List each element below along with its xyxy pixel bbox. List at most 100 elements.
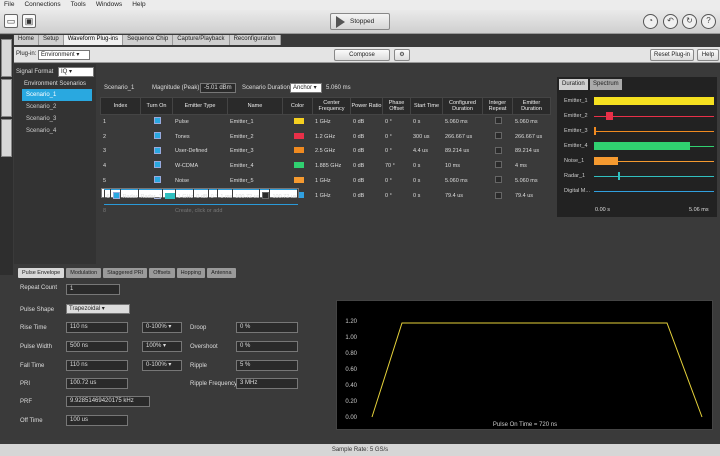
overshoot-field[interactable]: 0 % [236,341,298,352]
table-cell[interactable]: 4 ms [512,158,551,174]
integer-repeat-checkbox[interactable] [495,132,502,140]
turn-on-checkbox[interactable] [154,146,161,154]
table-row[interactable]: 4 W-CDMA Emitter_4 1.885 GHz 0 dB 70 ° 0 s 10 m… [100,158,551,174]
table-cell[interactable]: Emitter_3 [227,143,283,160]
column-header[interactable]: Index [100,97,141,115]
menu-item-help[interactable]: Help [132,1,145,9]
scenario-item[interactable]: Scenario_3 [22,113,92,125]
table-cell[interactable]: 100.72 us [269,189,298,206]
table-cell[interactable]: 1 GHz [312,172,351,189]
scenario-item[interactable]: Scenario_1 [22,89,92,101]
table-cell[interactable] [382,203,411,219]
column-header[interactable]: Name [227,97,283,115]
repeat-count-field[interactable]: 1 [66,284,120,295]
prf-field[interactable]: 9.92851469420175 kHz [66,396,150,407]
table-cell[interactable]: 1 ms [217,189,234,206]
table-cell[interactable]: 5.060 ms [512,172,551,189]
table-cell[interactable] [482,114,513,130]
table-cell[interactable]: Emitter_1 [227,114,283,130]
table-cell[interactable]: 0 ° [382,143,411,160]
table-cell[interactable] [227,203,283,219]
table-cell[interactable]: Emitter_5 [227,172,283,189]
open-folder-icon[interactable]: ▭ [4,14,18,28]
color-swatch[interactable] [293,132,304,139]
table-cell[interactable]: User-Defined [172,143,228,160]
turn-on-checkbox[interactable] [154,117,161,125]
table-cell[interactable]: 300 us [410,128,443,145]
table-cell[interactable] [140,114,173,130]
table-cell[interactable]: 8 [100,203,141,219]
compose-settings-icon[interactable]: ⚙ [394,49,410,61]
table-cell[interactable]: 0 dB [193,189,209,206]
table-cell[interactable] [140,128,173,145]
column-header[interactable]: Phase Offset [382,97,411,115]
table-cell[interactable]: 0 ° [382,128,411,145]
table-cell[interactable]: 2.5 GHz [312,143,351,160]
table-cell[interactable] [140,158,173,174]
table-row[interactable]: 5 Noise Emitter_5 1 GHz 0 dB 0 ° 0 s 5.060 ms 5.… [100,172,551,189]
save-icon[interactable]: ▣ [22,14,36,28]
column-header[interactable]: Emitter Type [172,97,228,115]
table-cell[interactable]: 0 dB [350,114,383,130]
table-cell[interactable] [482,143,513,160]
pulse-tab-2[interactable]: Staggered PRI [103,268,148,278]
table-cell[interactable]: 1 GHz [312,188,351,205]
table-cell[interactable] [482,188,513,205]
reset-plugin-button[interactable]: Reset Plug-in [650,49,694,61]
table-cell[interactable]: 0 dB [350,158,383,174]
table-row[interactable]: 8 Create, click or add [100,203,551,219]
table-cell[interactable]: 2 [100,128,141,145]
duration-mode-select[interactable]: Anchor ▾ [290,83,322,93]
pulse-shape-select[interactable]: Trapezoidal ▾ [66,304,130,314]
table-cell[interactable]: 10 ms [442,158,483,174]
tab-2[interactable]: Waveform Plug-ins [63,35,124,45]
table-cell[interactable]: Emitter_2 [227,128,283,145]
integer-repeat-checkbox[interactable] [495,191,502,199]
pulse-tab-4[interactable]: Hopping [176,268,206,278]
table-cell[interactable] [282,114,313,130]
pulse-tab-0[interactable]: Pulse Envelope [18,268,65,278]
table-row[interactable]: 2 Tones Emitter_2 1.2 GHz 0 dB 0 ° 300 us 266.6… [100,128,551,145]
rise-range-select[interactable]: 0-100% ▾ [142,322,182,333]
table-cell[interactable] [442,203,483,219]
table-cell[interactable]: 79.4 us [512,188,551,205]
table-cell[interactable]: 1 GHz [174,189,195,206]
duration-bar[interactable] [594,97,714,105]
column-header[interactable]: Emitter Duration [512,97,551,115]
table-cell[interactable]: 4.4 us [410,143,443,160]
table-cell[interactable]: Radar_1 [137,189,163,206]
droop-field[interactable]: 0 % [236,322,298,333]
fall-time-field[interactable]: 110 ns [66,360,128,371]
column-header[interactable]: Power Ratio [350,97,383,115]
duration-bar[interactable] [594,127,597,135]
duration-bar[interactable] [594,142,690,150]
table-cell[interactable]: 79.4 us [442,188,483,205]
table-cell[interactable] [259,189,271,206]
turn-on-checkbox[interactable] [154,176,161,184]
color-swatch[interactable] [293,117,304,124]
table-cell[interactable]: 70 ° [382,158,411,174]
tab-spectrum[interactable]: Spectrum [590,79,622,90]
integer-repeat-checkbox[interactable] [495,146,502,154]
tab-0[interactable]: Home [14,35,40,45]
table-cell[interactable]: 4 [100,158,141,174]
refresh-icon[interactable]: ↻ [682,14,697,29]
table-cell[interactable] [282,172,313,189]
table-row[interactable]: 3 User-Defined Emitter_3 2.5 GHz 0 dB 0 ° 4.4 … [100,143,551,160]
scenario-item[interactable]: Scenario_4 [22,125,92,137]
table-cell[interactable]: Noise [172,172,228,189]
table-cell[interactable]: 5 [100,172,141,189]
off-time-field[interactable]: 100 us [66,415,128,426]
table-cell[interactable] [140,203,173,219]
menu-item-file[interactable]: File [4,1,14,9]
side-tab-3[interactable] [1,119,12,157]
pulse-tab-1[interactable]: Modulation [66,268,102,278]
table-cell[interactable] [282,203,313,219]
menu-item-tools[interactable]: Tools [71,1,86,9]
table-cell[interactable]: 0 dB [350,128,383,145]
column-header[interactable]: Start Time [410,97,443,115]
table-cell[interactable]: 0 ° [382,172,411,189]
pri-field[interactable]: 100.72 us [66,378,128,389]
table-cell[interactable] [350,203,383,219]
tab-5[interactable]: Reconfiguration [229,35,281,45]
